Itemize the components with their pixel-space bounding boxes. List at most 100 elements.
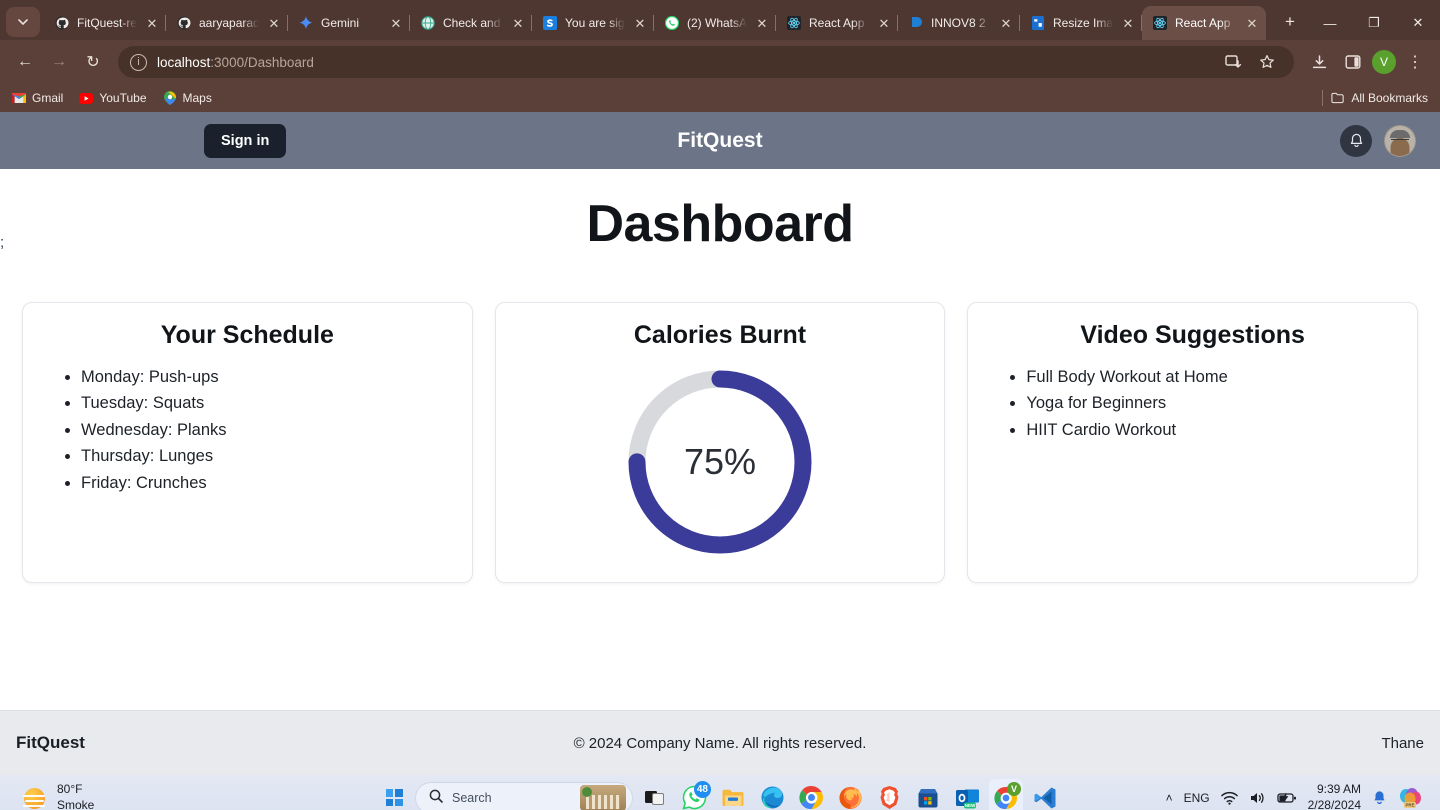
clock[interactable]: 9:39 AM 2/28/2024 bbox=[1308, 782, 1361, 810]
address-bar[interactable]: i localhost:3000/Dashboard bbox=[118, 46, 1294, 78]
list-item: Monday: Push-ups bbox=[81, 366, 452, 389]
tab-title: aaryaparad bbox=[199, 16, 259, 30]
browser-tab[interactable]: Check and ✕ bbox=[410, 6, 532, 40]
list-item: Friday: Crunches bbox=[81, 472, 452, 495]
bookmark-gmail[interactable]: Gmail bbox=[12, 91, 63, 105]
browser-tab-active[interactable]: React App ✕ bbox=[1142, 6, 1266, 40]
install-app-icon[interactable] bbox=[1218, 47, 1248, 77]
chrome-active-icon[interactable]: V bbox=[989, 778, 1023, 810]
browser-tab[interactable]: FitQuest-re ✕ bbox=[44, 6, 166, 40]
tab-close-icon[interactable]: ✕ bbox=[1244, 17, 1260, 30]
user-avatar[interactable] bbox=[1384, 124, 1416, 157]
minimize-button[interactable]: — bbox=[1308, 6, 1352, 40]
volume-icon[interactable] bbox=[1249, 791, 1266, 805]
windows-start-icon[interactable] bbox=[378, 782, 410, 810]
notification-bell-icon[interactable] bbox=[1372, 790, 1387, 806]
forward-icon[interactable]: → bbox=[44, 47, 74, 77]
back-icon[interactable]: ← bbox=[10, 47, 40, 77]
bookmarks-bar-right: All Bookmarks bbox=[1322, 90, 1428, 106]
site-info-icon[interactable]: i bbox=[130, 53, 147, 71]
browser-window: FitQuest-re ✕ aaryaparad ✕ Gemini ✕ Check and ✕… bbox=[0, 0, 1440, 112]
firefox-icon[interactable] bbox=[833, 779, 867, 810]
github-icon bbox=[54, 15, 70, 31]
new-tab-button[interactable]: + bbox=[1276, 8, 1304, 36]
chrome-icon[interactable] bbox=[794, 779, 828, 810]
card-your-schedule: Your Schedule Monday: Push-ups Tuesday: … bbox=[22, 302, 473, 583]
tab-title: FitQuest-re bbox=[77, 16, 137, 30]
donut-center-label: 75% bbox=[683, 441, 757, 482]
vscode-icon[interactable] bbox=[1028, 779, 1062, 810]
search-icon bbox=[429, 789, 443, 806]
dashboard-page: Dashboard Your Schedule Monday: Push-ups… bbox=[0, 169, 1440, 710]
tab-close-icon[interactable]: ✕ bbox=[998, 17, 1014, 30]
notification-bell-icon[interactable] bbox=[1340, 124, 1372, 157]
tab-title: Resize Ima bbox=[1053, 16, 1113, 30]
tab-search-button[interactable] bbox=[6, 7, 40, 37]
weather-widget[interactable]: 80°F Smoke bbox=[8, 782, 94, 810]
tab-close-icon[interactable]: ✕ bbox=[754, 17, 770, 30]
browser-tab[interactable]: (2) WhatsA ✕ bbox=[654, 6, 776, 40]
tab-close-icon[interactable]: ✕ bbox=[388, 17, 404, 30]
avatar-hair bbox=[1390, 129, 1410, 138]
resize-icon bbox=[1030, 15, 1046, 31]
wifi-icon[interactable] bbox=[1220, 791, 1238, 805]
search-highlight-thumbnail[interactable] bbox=[580, 784, 626, 810]
svg-text:NEW: NEW bbox=[964, 803, 975, 808]
tab-close-icon[interactable]: ✕ bbox=[144, 17, 160, 30]
browser-tab[interactable]: Gemini ✕ bbox=[288, 6, 410, 40]
browser-tab[interactable]: You are sig ✕ bbox=[532, 6, 654, 40]
folder-icon bbox=[1331, 91, 1345, 105]
browser-tab[interactable]: INNOV8 2 ✕ bbox=[898, 6, 1020, 40]
maximize-button[interactable]: ❐ bbox=[1352, 6, 1396, 40]
sign-in-button[interactable]: Sign in bbox=[204, 123, 287, 158]
side-panel-icon[interactable] bbox=[1338, 47, 1368, 77]
file-explorer-icon[interactable] bbox=[716, 779, 750, 810]
tab-close-icon[interactable]: ✕ bbox=[266, 17, 282, 30]
bookmark-youtube[interactable]: YouTube bbox=[79, 91, 147, 105]
tab-close-icon[interactable]: ✕ bbox=[510, 17, 526, 30]
bookmark-label: Gmail bbox=[32, 91, 64, 105]
browser-tab[interactable]: aaryaparad ✕ bbox=[166, 6, 288, 40]
bookmark-label: Maps bbox=[182, 91, 212, 105]
browser-tab[interactable]: React App ✕ bbox=[776, 6, 898, 40]
download-icon[interactable] bbox=[1304, 47, 1334, 77]
task-view-icon[interactable] bbox=[638, 779, 672, 810]
tab-title: (2) WhatsA bbox=[687, 16, 747, 30]
gemini-icon bbox=[298, 15, 314, 31]
card-title: Your Schedule bbox=[160, 321, 334, 349]
tab-close-icon[interactable]: ✕ bbox=[876, 17, 892, 30]
battery-icon[interactable] bbox=[1276, 791, 1297, 804]
bookmark-label: YouTube bbox=[99, 91, 147, 105]
card-video-suggestions: Video Suggestions Full Body Workout at H… bbox=[967, 302, 1419, 583]
avatar-glasses bbox=[1391, 138, 1409, 143]
react-icon bbox=[786, 15, 802, 31]
bookmark-maps[interactable]: Maps bbox=[163, 91, 212, 105]
github-icon bbox=[176, 15, 192, 31]
clock-date: 2/28/2024 bbox=[1307, 797, 1361, 810]
tab-title: Check and bbox=[443, 16, 501, 30]
edge-icon[interactable] bbox=[755, 779, 789, 810]
react-icon bbox=[1152, 15, 1168, 31]
browser-tab[interactable]: Resize Ima ✕ bbox=[1020, 6, 1142, 40]
close-window-button[interactable]: ✕ bbox=[1396, 6, 1440, 40]
brave-icon[interactable] bbox=[872, 779, 906, 810]
outlook-new-icon[interactable]: NEW bbox=[950, 779, 984, 810]
kebab-menu-icon[interactable]: ⋮ bbox=[1400, 47, 1430, 77]
footer-row: FitQuest © 2024 Company Name. All rights… bbox=[16, 733, 1424, 753]
bookmark-star-icon[interactable] bbox=[1252, 47, 1282, 77]
reload-icon[interactable]: ↻ bbox=[78, 47, 108, 77]
search-input[interactable]: Search bbox=[415, 781, 633, 810]
card-calories-burnt: Calories Burnt 75% bbox=[494, 302, 946, 583]
tray-overflow-icon[interactable]: ˄ bbox=[1166, 791, 1173, 805]
language-indicator[interactable]: ENG bbox=[1184, 791, 1210, 805]
microsoft-store-icon[interactable] bbox=[911, 779, 945, 810]
dashboard-cards: Your Schedule Monday: Push-ups Tuesday: … bbox=[0, 302, 1440, 583]
tab-close-icon[interactable]: ✕ bbox=[1120, 17, 1136, 30]
all-bookmarks-button[interactable]: All Bookmarks bbox=[1331, 91, 1428, 105]
innov8-icon bbox=[908, 15, 924, 31]
tab-close-icon[interactable]: ✕ bbox=[632, 17, 648, 30]
whatsapp-icon[interactable]: 48 bbox=[677, 779, 711, 810]
copilot-icon[interactable]: PRE bbox=[1398, 787, 1422, 809]
window-controls: — ❐ ✕ bbox=[1308, 6, 1440, 40]
profile-avatar-button[interactable]: V bbox=[1372, 50, 1396, 74]
